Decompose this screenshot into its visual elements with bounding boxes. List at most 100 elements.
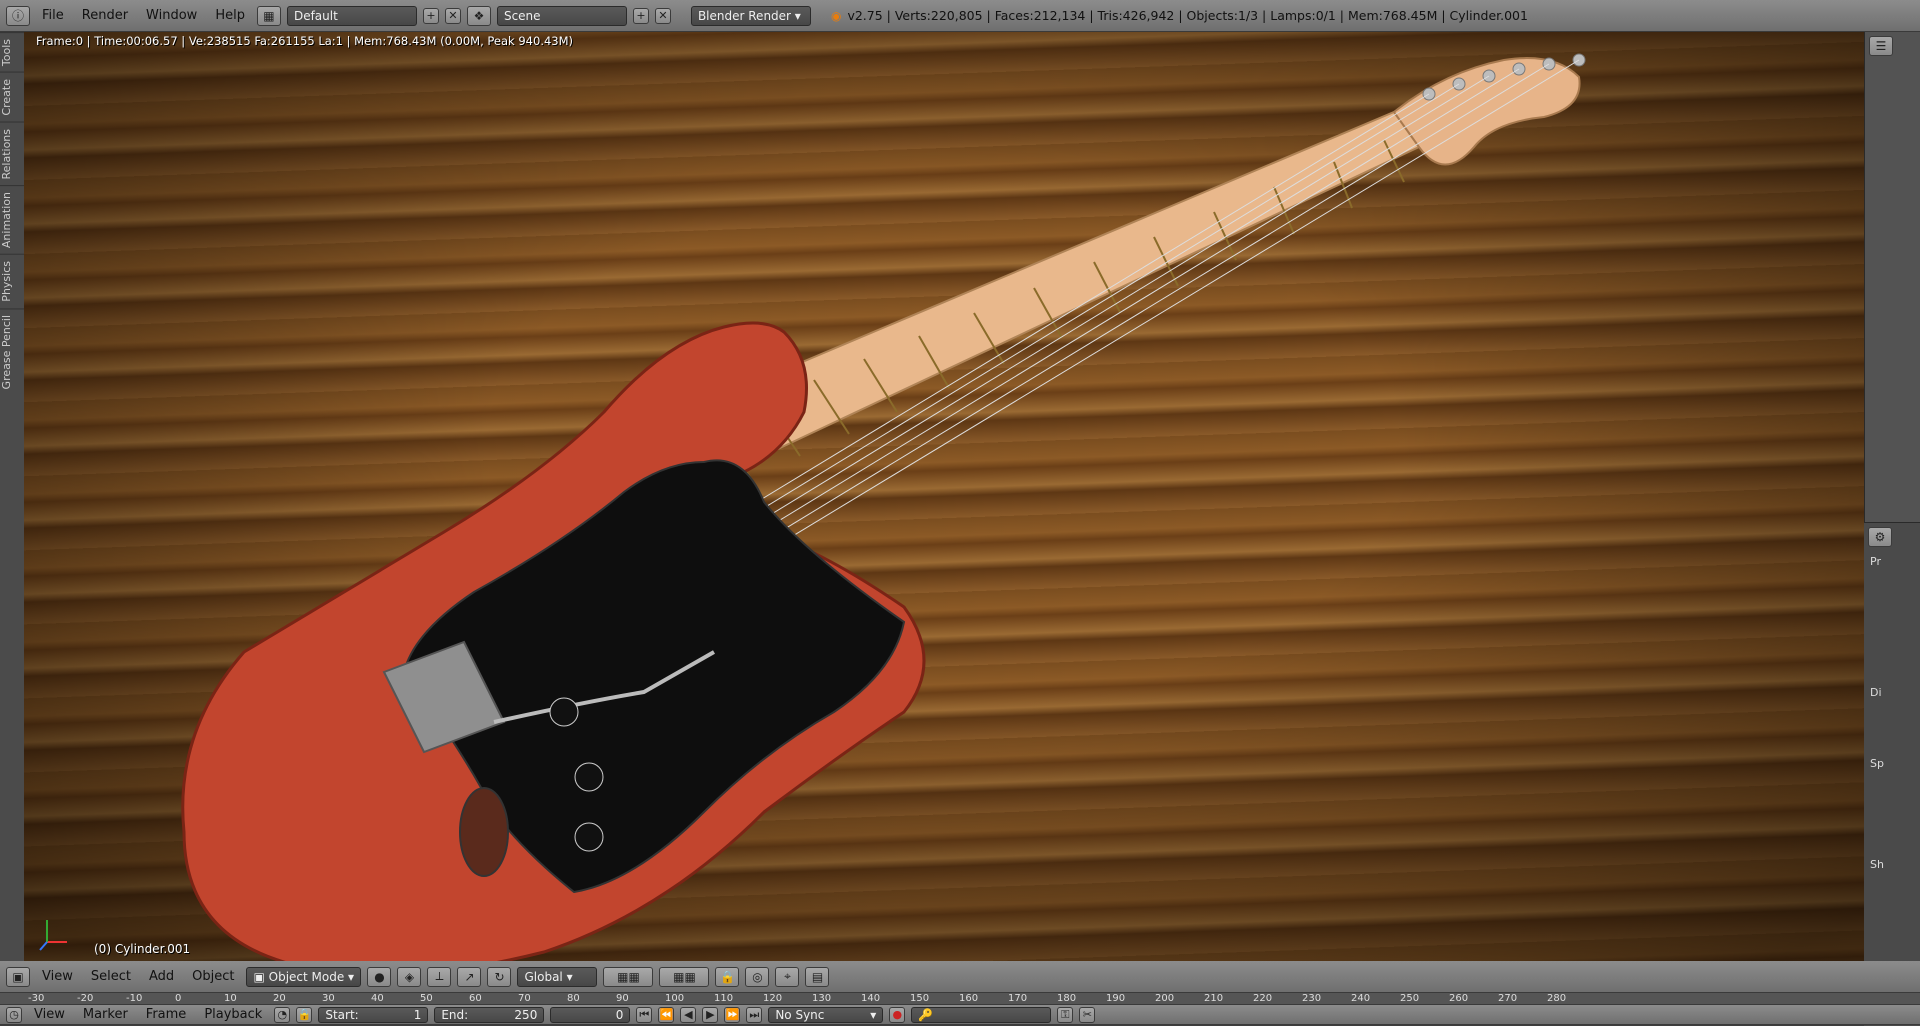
ruler-tick-label: 160	[959, 993, 979, 1004]
ruler-tick-label: 210	[1204, 993, 1224, 1004]
menu-file[interactable]: File	[36, 6, 70, 25]
panel-label[interactable]: Di	[1864, 682, 1920, 703]
menu-select[interactable]: Select	[85, 967, 137, 986]
menu-view[interactable]: View	[36, 967, 79, 986]
layout-selector[interactable]: Default	[286, 5, 417, 26]
ruler-tick-label: -20	[77, 993, 94, 1004]
tab-create[interactable]: Create	[0, 72, 24, 122]
ruler-tick-label: 130	[812, 993, 832, 1004]
shading-icon[interactable]: ●	[367, 966, 392, 987]
record-icon[interactable]: ●	[889, 1006, 906, 1023]
ruler-tick-label: 250	[1400, 993, 1420, 1004]
ruler-tick-label: 0	[175, 993, 182, 1004]
ruler-tick-label: 30	[322, 993, 335, 1004]
ruler-tick-label: 40	[371, 993, 384, 1004]
manipulator-icon[interactable]: ⟂	[427, 966, 452, 987]
ruler-tick-label: 140	[861, 993, 881, 1004]
tab-animation[interactable]: Animation	[0, 185, 24, 255]
ruler-tick-label: 120	[763, 993, 783, 1004]
scene-icon[interactable]: ❖	[466, 5, 491, 26]
active-object-label: (0) Cylinder.001	[94, 942, 191, 956]
ruler-tick-label: 170	[1008, 993, 1028, 1004]
ruler-tick-label: 240	[1351, 993, 1371, 1004]
ruler-tick-label: 200	[1155, 993, 1175, 1004]
editor-type-icon[interactable]: ◷	[6, 1006, 22, 1023]
menu-object[interactable]: Object	[186, 967, 240, 986]
tab-physics[interactable]: Physics	[0, 254, 24, 308]
ruler-tick-label: 270	[1498, 993, 1518, 1004]
ruler-tick-label: 110	[714, 993, 734, 1004]
delete-keyframe-icon[interactable]: ✂	[1079, 1006, 1096, 1023]
menu-frame[interactable]: Frame	[140, 1005, 193, 1024]
jump-end-icon[interactable]: ⏭	[746, 1006, 763, 1023]
menu-add[interactable]: Add	[143, 967, 180, 986]
ruler-tick-label: -10	[126, 993, 143, 1004]
properties-panel[interactable]: ⚙ Pr Di Sp Sh	[1864, 522, 1920, 1026]
pivot-icon[interactable]: ◈	[397, 966, 422, 987]
remove-layout-icon[interactable]: ✕	[444, 7, 461, 24]
ruler-tick-label: 260	[1449, 993, 1469, 1004]
ruler-tick-label: 190	[1106, 993, 1126, 1004]
ruler-tick-label: 100	[665, 993, 685, 1004]
end-frame-field[interactable]: End: 250	[434, 1006, 545, 1023]
layout-icon[interactable]: ▦	[256, 5, 281, 26]
rotate-icon[interactable]: ↻	[487, 966, 512, 987]
layers-icon[interactable]: ▦▦	[603, 966, 654, 987]
ruler-tick-label: 220	[1253, 993, 1273, 1004]
add-scene-icon[interactable]: +	[632, 7, 649, 24]
menu-help[interactable]: Help	[209, 6, 251, 25]
panel-label[interactable]: Sp	[1864, 753, 1920, 774]
prev-keyframe-icon[interactable]: ⏪	[658, 1006, 675, 1023]
guitar-model	[181, 53, 1586, 961]
ruler-tick-label: 70	[518, 993, 531, 1004]
scene-statistics: v2.75 | Verts:220,805 | Faces:212,134 | …	[847, 8, 1528, 23]
editor-type-icon[interactable]: ▣	[6, 966, 30, 987]
tab-relations[interactable]: Relations	[0, 121, 24, 186]
render-engine-dropdown[interactable]: Blender Render ▾	[690, 5, 811, 26]
play-icon[interactable]: ▶	[702, 1006, 719, 1023]
viewport-header: ▣ View Select Add Object ▣ Object Mode ▾…	[0, 961, 1920, 993]
proportional-icon[interactable]: ◎	[745, 966, 770, 987]
lock-icon[interactable]: 🔒	[296, 1006, 313, 1023]
timeline-ruler[interactable]: -30 -20 -10 0 10 20 30 40 50 60 70 80 90 100 110 120 130…	[0, 993, 1920, 1005]
panel-label[interactable]: Pr	[1864, 551, 1920, 572]
lock-icon[interactable]: 🔒	[715, 966, 740, 987]
scene-selector[interactable]: Scene	[496, 5, 627, 26]
ruler-tick-label: 230	[1302, 993, 1322, 1004]
add-layout-icon[interactable]: +	[422, 7, 439, 24]
outliner-editor-icon[interactable]: ☰	[1869, 36, 1893, 56]
play-reverse-icon[interactable]: ◀	[680, 1006, 697, 1023]
menu-window[interactable]: Window	[140, 6, 203, 25]
ruler-tick-label: 150	[910, 993, 930, 1004]
ruler-tick-label: 20	[273, 993, 286, 1004]
ruler-tick-label: 80	[567, 993, 580, 1004]
current-frame-field[interactable]: 0	[550, 1006, 631, 1023]
mode-dropdown[interactable]: ▣ Object Mode ▾	[246, 966, 362, 987]
tab-tools[interactable]: Tools	[0, 32, 24, 73]
ruler-tick-label: 10	[224, 993, 237, 1004]
ruler-tick-label: 50	[420, 993, 433, 1004]
remove-scene-icon[interactable]: ✕	[654, 7, 671, 24]
properties-editor-icon[interactable]: ⚙	[1868, 527, 1892, 547]
next-keyframe-icon[interactable]: ⏩	[724, 1006, 741, 1023]
sync-dropdown[interactable]: No Sync ▾	[768, 1006, 884, 1023]
layers-icon[interactable]: ▦▦	[659, 966, 710, 987]
menu-marker[interactable]: Marker	[77, 1005, 134, 1024]
menu-playback[interactable]: Playback	[198, 1005, 268, 1024]
snap-icon[interactable]: ⌖	[775, 966, 800, 987]
info-editor-icon[interactable]: ⓘ	[6, 5, 30, 26]
panel-label[interactable]: Sh	[1864, 854, 1920, 875]
insert-keyframe-icon[interactable]: ⚿	[1057, 1006, 1074, 1023]
menu-render[interactable]: Render	[76, 6, 134, 25]
ruler-tick-label: 180	[1057, 993, 1077, 1004]
preview-range-icon[interactable]: ◔	[274, 1006, 291, 1023]
keying-set-field[interactable]: 🔑	[911, 1006, 1052, 1023]
jump-start-icon[interactable]: ⏮	[636, 1006, 653, 1023]
orientation-dropdown[interactable]: Global ▾	[517, 966, 598, 987]
menu-view[interactable]: View	[28, 1005, 71, 1024]
start-frame-field[interactable]: Start: 1	[318, 1006, 429, 1023]
tab-grease-pencil[interactable]: Grease Pencil	[0, 307, 24, 396]
3d-viewport[interactable]: Frame:0 | Time:00:06.57 | Ve:238515 Fa:2…	[24, 32, 1864, 961]
render-icon[interactable]: ▤	[805, 966, 830, 987]
translate-icon[interactable]: ↗	[457, 966, 482, 987]
